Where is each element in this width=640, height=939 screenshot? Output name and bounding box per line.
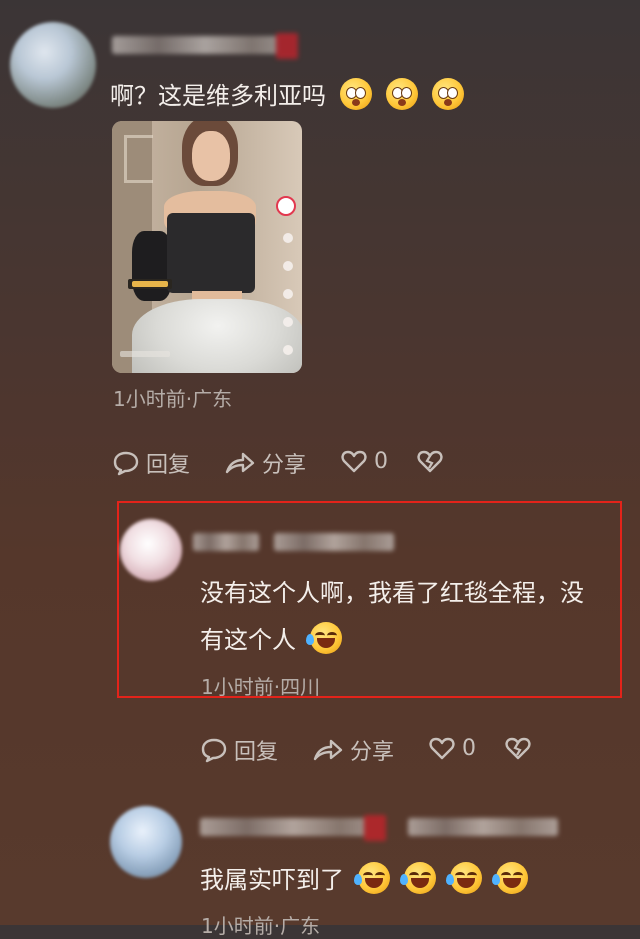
heart-icon [341, 450, 367, 473]
reply-avatar[interactable] [120, 519, 182, 581]
reply-text: 我属实吓到了 [200, 862, 528, 896]
reply-label: 回复 [234, 740, 279, 765]
name-badge [364, 815, 386, 841]
reply-name-blurred[interactable] [200, 815, 386, 841]
heart-icon [429, 737, 455, 760]
astonished-emoji-icon [386, 78, 418, 110]
reply-name-blurred-2[interactable] [274, 533, 394, 551]
laughing-tears-emoji-icon [446, 862, 482, 894]
laughing-tears-emoji-icon [492, 862, 528, 894]
reply-label: 回复 [146, 453, 191, 478]
share-label: 分享 [350, 740, 395, 765]
comment-bubble-icon [201, 738, 227, 763]
reply-button[interactable]: 回复 [112, 447, 190, 479]
share-label: 分享 [262, 453, 307, 478]
commenter-avatar[interactable] [10, 22, 96, 108]
share-icon [313, 739, 343, 761]
name-badge [276, 33, 298, 59]
laughing-tears-emoji-icon [354, 862, 390, 894]
comment-text-content: 啊？这是维多利亚吗 [110, 82, 326, 110]
avatar-badge-icon [276, 196, 296, 216]
reply-avatar[interactable] [110, 806, 182, 878]
share-button[interactable]: 分享 [312, 734, 394, 766]
share-button[interactable]: 分享 [224, 447, 306, 479]
broken-heart-icon [505, 737, 531, 760]
like-button[interactable]: 0 [340, 447, 388, 475]
reply-text-line-2: 有这个人 [200, 622, 342, 656]
reply-name-blurred-2[interactable] [408, 818, 558, 836]
like-button[interactable]: 0 [428, 734, 476, 762]
laughing-tears-emoji-icon [306, 622, 342, 654]
dislike-button[interactable] [416, 447, 444, 475]
comment-meta: 1小时前·广东 [113, 387, 233, 411]
reply-meta: 1小时前·四川 [201, 675, 321, 699]
astonished-emoji-icon [432, 78, 464, 110]
dislike-button[interactable] [504, 734, 532, 762]
astonished-emoji-icon [340, 78, 372, 110]
comment-bubble-icon [113, 451, 139, 476]
reply-text-content: 我属实吓到了 [200, 866, 344, 894]
like-count: 0 [462, 735, 476, 761]
reply-button[interactable]: 回复 [200, 734, 278, 766]
reply-text-line-1: 没有这个人啊，我看了红毯全程，没 [200, 579, 584, 607]
laughing-tears-emoji-icon [400, 862, 436, 894]
share-icon [225, 452, 255, 474]
reply-name-blurred[interactable] [193, 533, 259, 551]
comment-text: 啊？这是维多利亚吗 [110, 78, 464, 112]
reply-text-content: 有这个人 [200, 626, 296, 654]
like-count: 0 [374, 448, 388, 474]
commenter-name-blurred[interactable] [112, 33, 298, 59]
comment-photo-thumbnail[interactable] [112, 121, 302, 373]
broken-heart-icon [417, 450, 443, 473]
video-tag [128, 279, 172, 289]
